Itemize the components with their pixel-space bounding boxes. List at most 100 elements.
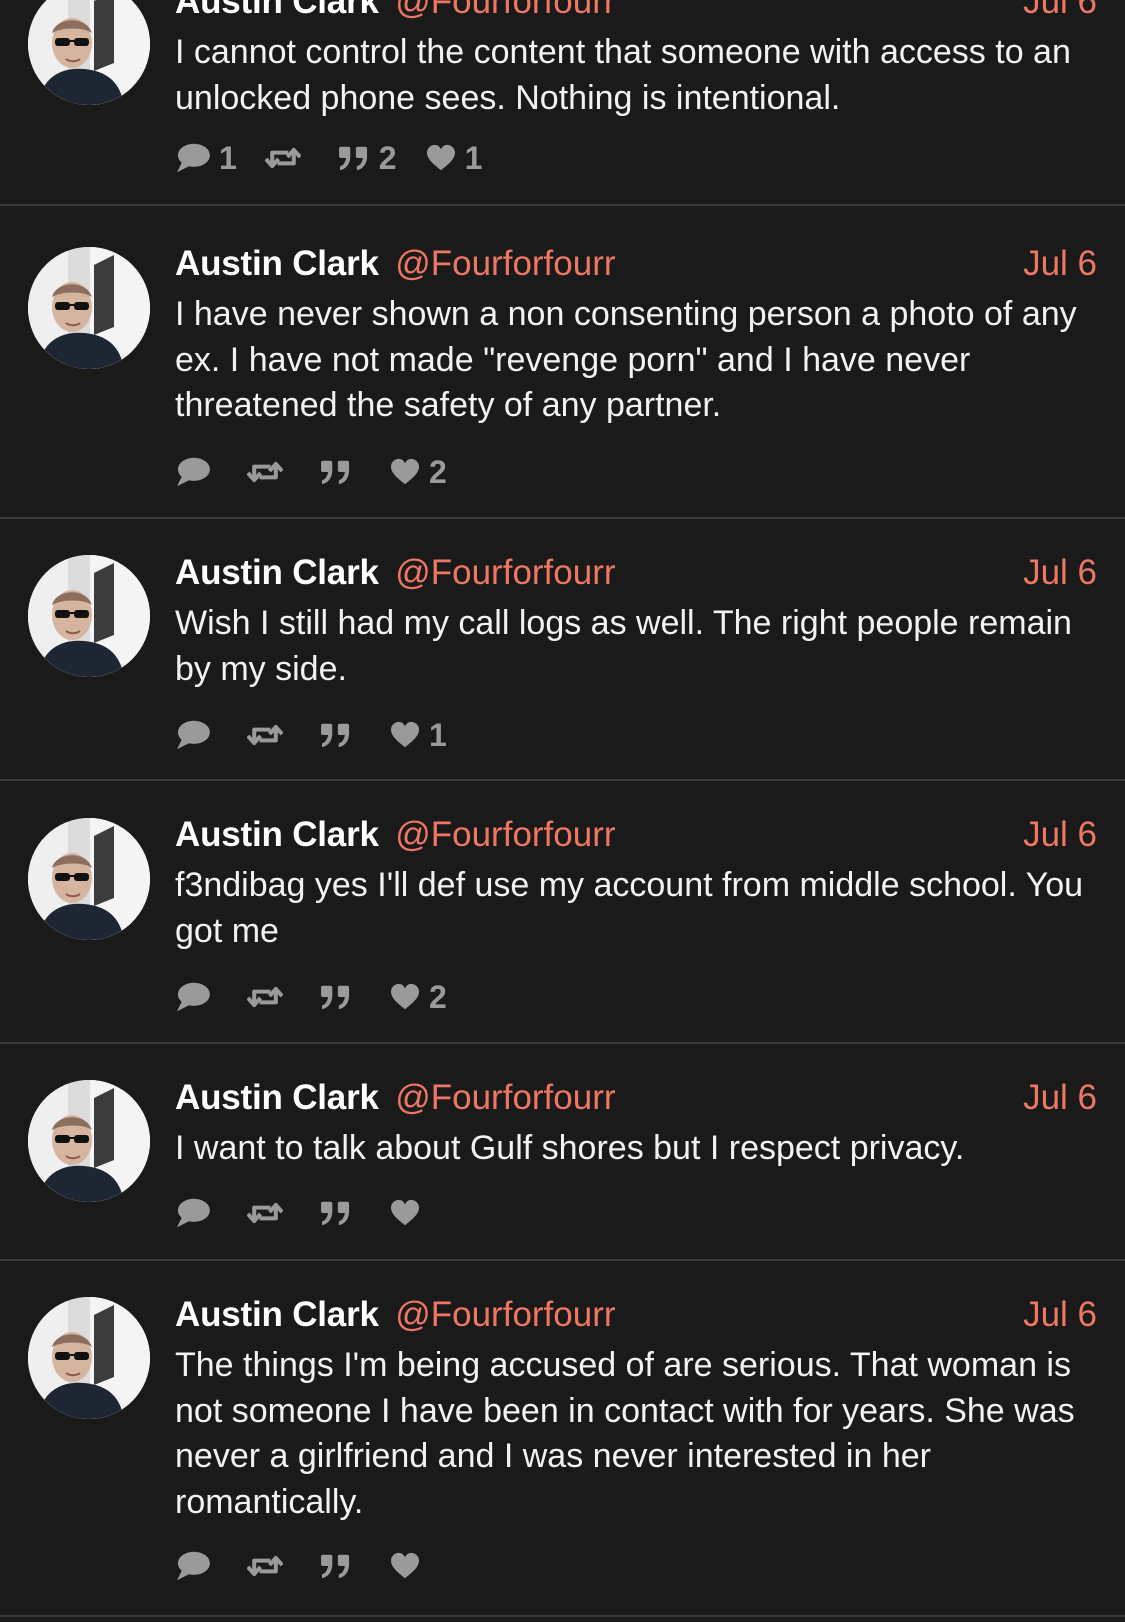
- avatar[interactable]: [28, 555, 150, 677]
- retweet-icon: [265, 144, 301, 172]
- tweet-header: Austin Clark @Fourforfourr Jul 6: [175, 1295, 1097, 1339]
- retweet-button[interactable]: [247, 1552, 291, 1580]
- reply-button[interactable]: [175, 1550, 219, 1582]
- quote-button[interactable]: [319, 983, 361, 1011]
- quote-icon: [319, 1552, 353, 1580]
- heart-icon: [389, 1199, 421, 1227]
- tweet-date[interactable]: Jul 6: [1023, 815, 1097, 855]
- like-button[interactable]: [389, 1199, 429, 1227]
- author-handle[interactable]: @Fourforfourr: [395, 1295, 615, 1334]
- tweet[interactable]: Austin Clark @Fourforfourr Jul 6 I canno…: [0, 0, 1125, 206]
- reply-button[interactable]: 1: [175, 140, 237, 177]
- author-name[interactable]: Austin Clark: [175, 0, 379, 21]
- retweet-icon: [247, 1552, 283, 1580]
- quote-count: 2: [378, 139, 397, 176]
- like-count: 2: [429, 453, 447, 490]
- reply-button[interactable]: [175, 1197, 219, 1229]
- tweet-text: Wish I still had my call logs as well. T…: [175, 604, 1072, 688]
- reply-button[interactable]: [175, 456, 219, 488]
- tweet-actions: 2: [175, 452, 475, 492]
- reply-icon: [175, 981, 211, 1013]
- tweet-text: I have never shown a non consenting pers…: [175, 295, 1077, 424]
- retweet-icon: [247, 1199, 283, 1227]
- tweet[interactable]: Austin Clark @Fourforfourr Jul 6 f3ndiba…: [0, 781, 1125, 1044]
- author-handle[interactable]: @Fourforfourr: [395, 1078, 615, 1117]
- reply-icon: [175, 719, 211, 751]
- tweet-header: Austin Clark @Fourforfourr Jul 6: [175, 0, 1097, 26]
- retweet-icon: [247, 458, 283, 486]
- quote-icon: [319, 983, 353, 1011]
- tweet[interactable]: Austin Clark @Fourforfourr Jul 6 The thi…: [0, 1261, 1125, 1617]
- retweet-button[interactable]: [247, 983, 291, 1011]
- tweet-date[interactable]: Jul 6: [1023, 553, 1097, 593]
- tweet-header: Austin Clark @Fourforfourr Jul 6: [175, 553, 1097, 597]
- reply-icon: [175, 456, 211, 488]
- retweet-button[interactable]: [247, 1199, 291, 1227]
- author-handle[interactable]: @Fourforfourr: [395, 553, 615, 592]
- tweet-text: I want to talk about Gulf shores but I r…: [175, 1129, 965, 1167]
- author-name[interactable]: Austin Clark: [175, 553, 379, 592]
- tweet-header: Austin Clark @Fourforfourr Jul 6: [175, 1078, 1097, 1122]
- tweet-date[interactable]: Jul 6: [1023, 0, 1097, 22]
- like-count: 2: [429, 978, 447, 1015]
- retweet-button[interactable]: [247, 721, 291, 749]
- reply-button[interactable]: [175, 719, 219, 751]
- reply-button[interactable]: [175, 981, 219, 1013]
- retweet-icon: [247, 983, 283, 1011]
- avatar[interactable]: [28, 247, 150, 369]
- quote-button[interactable]: 2: [337, 140, 397, 177]
- author-handle[interactable]: @Fourforfourr: [395, 0, 615, 21]
- avatar[interactable]: [28, 1080, 150, 1202]
- reply-count: 1: [219, 139, 237, 176]
- avatar[interactable]: [28, 0, 150, 105]
- like-button[interactable]: 1: [389, 717, 447, 754]
- reply-icon: [175, 1550, 211, 1582]
- tweet-text: The things I'm being accused of are seri…: [175, 1346, 1075, 1521]
- retweet-button[interactable]: [247, 458, 291, 486]
- retweet-button[interactable]: [265, 144, 309, 172]
- tweet-actions: [175, 1546, 457, 1586]
- tweet-header: Austin Clark @Fourforfourr Jul 6: [175, 815, 1097, 859]
- quote-button[interactable]: [319, 458, 361, 486]
- quote-button[interactable]: [319, 1552, 361, 1580]
- quote-button[interactable]: [319, 721, 361, 749]
- quote-icon: [319, 1199, 353, 1227]
- tweet-date[interactable]: Jul 6: [1023, 1295, 1097, 1335]
- tweet-text: f3ndibag yes I'll def use my account fro…: [175, 866, 1084, 950]
- tweet-actions: [175, 1193, 457, 1233]
- quote-icon: [319, 458, 353, 486]
- avatar[interactable]: [28, 1297, 150, 1419]
- heart-icon: [389, 1552, 421, 1580]
- like-button[interactable]: 2: [389, 454, 447, 491]
- tweet-actions: 1 2 1: [175, 138, 510, 178]
- like-button[interactable]: 2: [389, 979, 447, 1016]
- tweet[interactable]: Austin Clark @Fourforfourr Jul 6 Wish I …: [0, 519, 1125, 781]
- heart-icon: [389, 458, 421, 486]
- author-name[interactable]: Austin Clark: [175, 1078, 379, 1117]
- heart-icon: [425, 144, 457, 172]
- author-handle[interactable]: @Fourforfourr: [395, 244, 615, 283]
- quote-button[interactable]: [319, 1199, 361, 1227]
- heart-icon: [389, 983, 421, 1011]
- tweet[interactable]: Austin Clark @Fourforfourr Jul 6 I want …: [0, 1044, 1125, 1261]
- quote-icon: [337, 144, 371, 172]
- reply-icon: [175, 142, 211, 174]
- avatar[interactable]: [28, 818, 150, 940]
- like-count: 1: [429, 716, 447, 753]
- author-name[interactable]: Austin Clark: [175, 244, 379, 283]
- author-name[interactable]: Austin Clark: [175, 1295, 379, 1334]
- author-name[interactable]: Austin Clark: [175, 815, 379, 854]
- tweet-date[interactable]: Jul 6: [1023, 244, 1097, 284]
- tweet-actions: 2: [175, 977, 475, 1017]
- heart-icon: [389, 721, 421, 749]
- like-button[interactable]: [389, 1552, 429, 1580]
- tweet[interactable]: Austin Clark @Fourforfourr Jul 6 I have …: [0, 206, 1125, 519]
- retweet-icon: [247, 721, 283, 749]
- reply-icon: [175, 1197, 211, 1229]
- quote-icon: [319, 721, 353, 749]
- like-button[interactable]: 1: [425, 139, 483, 177]
- like-count: 1: [464, 139, 483, 176]
- tweet-date[interactable]: Jul 6: [1023, 1078, 1097, 1118]
- author-handle[interactable]: @Fourforfourr: [395, 815, 615, 854]
- tweet-header: Austin Clark @Fourforfourr Jul 6: [175, 244, 1097, 288]
